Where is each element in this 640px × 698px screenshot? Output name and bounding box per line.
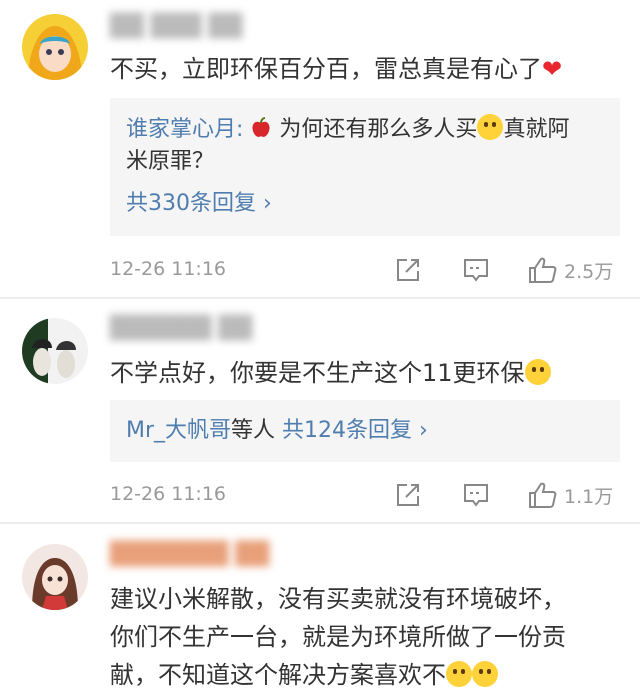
- reply-text-cont: 真就阿: [503, 117, 570, 142]
- reply-etc: 等人: [231, 418, 276, 443]
- more-replies-link[interactable]: 共330条回复 ›: [126, 188, 272, 220]
- apple-icon: [250, 117, 279, 142]
- comment-text: 不买，立即环保百分百，雷总真是有心了❤: [110, 52, 620, 86]
- like-icon: [529, 257, 557, 283]
- comment-button[interactable]: [462, 252, 490, 288]
- reply-text: 为何还有那么多人买: [279, 117, 478, 142]
- repost-button[interactable]: [394, 477, 422, 513]
- repost-button[interactable]: [394, 252, 422, 288]
- comment-body: 不买，立即环保百分百，雷总真是有心了: [110, 55, 542, 83]
- comment-icon: [464, 484, 488, 507]
- comment-meta: 12-26 11:16 1.1万: [110, 477, 640, 513]
- repost-icon: [397, 259, 419, 281]
- comment-text: 不学点好，你要是不生产这个11更环保: [110, 356, 620, 390]
- smile-emoji-icon: [477, 114, 504, 140]
- reply-line: Mr_大帆哥等人 共124条回复 ›: [126, 415, 428, 447]
- avatar[interactable]: [22, 14, 88, 80]
- timestamp: 12-26 11:16: [110, 483, 227, 505]
- reply-preview[interactable]: Mr_大帆哥等人 共124条回复 ›: [110, 400, 620, 462]
- more-replies-link[interactable]: 共124条回复 ›: [282, 418, 428, 443]
- reply-line: 谁家掌心月: 为何还有那么多人买 真就阿: [126, 114, 569, 146]
- reply-username[interactable]: 谁家掌心月:: [126, 117, 243, 142]
- avatar[interactable]: [22, 544, 88, 610]
- smile-emoji-icon: [524, 359, 551, 385]
- timestamp: 12-26 11:16: [110, 258, 227, 280]
- comment-icon: [464, 259, 488, 282]
- comment-body: 献，不知道这个解决方案喜欢不: [110, 661, 446, 689]
- comment-button[interactable]: [462, 477, 490, 513]
- comment-text-line-1: 建议小米解散，没有买卖就没有环境破坏，: [110, 585, 566, 613]
- reply-line-2: 米原罪？: [126, 149, 215, 174]
- like-count: 2.5万: [564, 260, 614, 283]
- username-blurred[interactable]: ███████ ██: [110, 542, 310, 572]
- heart-icon: ❤: [542, 55, 563, 83]
- comment-text-line-2: 你们不生产一台，就是为环境所做了一份贡: [110, 623, 566, 651]
- like-count: 1.1万: [564, 485, 614, 508]
- comment-meta: 12-26 11:16 2.5万: [110, 252, 640, 288]
- repost-icon: [397, 484, 419, 506]
- avatar[interactable]: [22, 318, 88, 384]
- divider: [0, 297, 640, 299]
- reply-username[interactable]: Mr_大帆哥: [126, 418, 231, 443]
- like-icon: [529, 482, 557, 508]
- username-blurred[interactable]: ██████ ██: [110, 316, 310, 346]
- like-button[interactable]: 2.5万: [528, 252, 613, 288]
- username-blurred[interactable]: ██ ███ ██: [110, 14, 310, 44]
- reply-preview[interactable]: 谁家掌心月: 为何还有那么多人买 真就阿 米原罪？ 共330条回复 ›: [110, 98, 620, 236]
- divider: [0, 522, 640, 524]
- comment-body: 不学点好，你要是不生产这个11更环保: [110, 359, 525, 387]
- comment-text-line-3: 献，不知道这个解决方案喜欢不: [110, 658, 620, 692]
- like-button[interactable]: 1.1万: [528, 477, 613, 513]
- smile-emoji-icon: [472, 661, 498, 687]
- smile-emoji-icon: [446, 661, 472, 687]
